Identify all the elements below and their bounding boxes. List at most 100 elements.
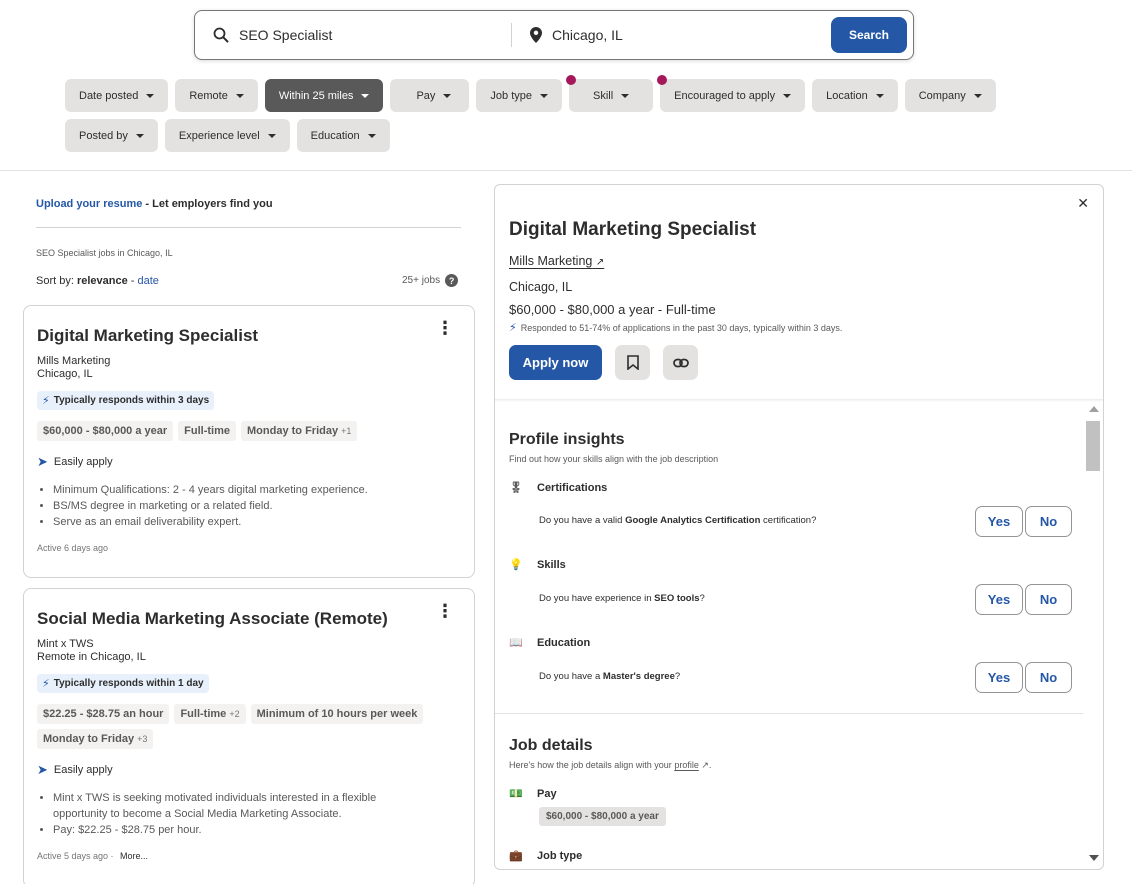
apply-now-button[interactable]: Apply now [509, 345, 602, 380]
yes-button[interactable]: Yes [975, 662, 1023, 693]
certificate-icon: 🎖 [509, 482, 523, 494]
tag-extra: +1 [341, 426, 352, 436]
search-bar: Search [194, 10, 914, 60]
filter-label: Encouraged to apply [674, 89, 776, 102]
filter-label: Company [918, 89, 966, 102]
upload-resume-text: - Let employers find you [142, 198, 273, 210]
job-count-text: 25+ jobs [402, 275, 441, 286]
filter-job-type[interactable]: Job type [476, 79, 562, 112]
copy-link-button[interactable] [663, 345, 698, 380]
filter-date-posted[interactable]: Date posted [65, 79, 169, 112]
lightning-icon: ⚡ [509, 322, 517, 334]
job-details-heading: Job details [509, 737, 593, 754]
easy-apply-text: Easily apply [53, 456, 113, 468]
detail-response-rate: ⚡ Responded to 51-74% of applications in … [509, 321, 842, 334]
filter-remote[interactable]: Remote [175, 79, 258, 112]
sort-date-link[interactable]: date [138, 275, 159, 287]
filter-label: Date posted [79, 89, 139, 102]
caret-down-icon [367, 133, 376, 138]
yes-button[interactable]: Yes [975, 584, 1023, 615]
book-icon: 📖 [509, 637, 523, 649]
section-divider [495, 713, 1083, 714]
detail-scroll-area[interactable]: Profile insights Find out how your skill… [495, 401, 1083, 869]
results-breadcrumb: SEO Specialist jobs in Chicago, IL [36, 248, 173, 258]
filter-location[interactable]: Location [812, 79, 898, 112]
filter-skill[interactable]: Skill [566, 75, 654, 112]
send-icon: ➤ [37, 762, 48, 777]
snippet-item: Serve as an email deliverability expert. [53, 514, 461, 530]
more-options-icon[interactable]: ⋮ [436, 602, 454, 620]
filter-distance[interactable]: Within 25 miles [264, 79, 384, 112]
company-text: Mills Marketing [509, 254, 593, 268]
q-pre: Do you have a valid [539, 515, 626, 526]
salary-text: $60,000 - $80,000 a year [509, 302, 655, 317]
upload-resume-link[interactable]: Upload your resume [36, 198, 142, 210]
pay-label: Pay [537, 787, 557, 800]
close-icon[interactable]: ✕ [1077, 195, 1089, 212]
job-snippet: Mint x TWS is seeking motivated individu… [37, 790, 417, 838]
filter-row-1: Date posted Remote Within 25 miles Pay J… [65, 75, 996, 112]
scroll-down-arrow-icon[interactable] [1089, 855, 1099, 861]
detail-company-link[interactable]: Mills Marketing ↗ [509, 254, 604, 268]
more-options-icon[interactable]: ⋮ [436, 319, 454, 337]
job-detail-panel: ✕ Digital Marketing Specialist Mills Mar… [494, 184, 1104, 870]
where-input[interactable] [552, 27, 792, 43]
filter-encouraged-to-apply[interactable]: Encouraged to apply [657, 75, 806, 112]
filter-pay[interactable]: Pay [390, 79, 470, 112]
job-card[interactable]: Digital Marketing Specialist ⋮ Mills Mar… [23, 305, 475, 578]
insight-skills: 💡 Skills [509, 558, 566, 572]
external-link-icon: ↗ [595, 257, 605, 268]
snippet-item: Pay: $22.25 - $28.75 per hour. [53, 822, 417, 838]
sort-prefix: Sort by: [36, 275, 77, 287]
job-card[interactable]: Social Media Marketing Associate (Remote… [23, 588, 475, 884]
external-link-icon: ↗ [701, 760, 709, 770]
scrollbar-thumb[interactable] [1086, 421, 1100, 471]
filter-label: Education [310, 129, 360, 142]
tag-extra: +3 [137, 734, 148, 744]
save-job-button[interactable] [615, 345, 650, 380]
notification-dot [566, 75, 576, 85]
subtitle-end: . [708, 760, 712, 770]
divider [36, 227, 461, 228]
tag-text: Full-time [180, 708, 227, 720]
filter-posted-by[interactable]: Posted by [65, 119, 158, 152]
q-bold: Master's degree [602, 671, 675, 682]
caret-down-icon [235, 93, 244, 98]
tag-text: Monday to Friday [43, 733, 135, 745]
scroll-up-arrow-icon[interactable] [1089, 406, 1099, 412]
notification-dot [657, 75, 668, 85]
insight-question: Do you have experience in SEO tools? [539, 593, 705, 604]
job-title[interactable]: Digital Marketing Specialist [37, 326, 461, 346]
subtitle-text: Here's how the job details align with yo… [509, 760, 675, 770]
filter-education[interactable]: Education [296, 119, 390, 152]
yes-button[interactable]: Yes [975, 506, 1023, 537]
filter-label: Skill [593, 89, 614, 102]
easy-apply-text: Easily apply [53, 764, 113, 776]
profile-insights-subtitle: Find out how your skills align with the … [509, 454, 719, 464]
response-text: Responded to 51-74% of applications in t… [520, 323, 843, 333]
more-link[interactable]: More... [120, 851, 148, 861]
scrollbar[interactable] [1084, 401, 1102, 867]
filter-label: Pay [416, 89, 436, 102]
pay-tag: $60,000 - $80,000 a year [539, 807, 666, 826]
send-icon: ➤ [37, 454, 48, 469]
filter-company[interactable]: Company [904, 79, 996, 112]
caret-down-icon [443, 93, 452, 98]
filter-experience-level[interactable]: Experience level [164, 119, 290, 152]
what-input[interactable] [239, 27, 479, 43]
profile-link[interactable]: profile [674, 760, 699, 770]
snippet-item: BS/MS degree in marketing or a related f… [53, 498, 461, 514]
caret-down-icon [621, 93, 630, 98]
what-field[interactable] [195, 11, 511, 59]
sort-relevance: relevance [76, 275, 128, 287]
no-button[interactable]: No [1025, 506, 1072, 537]
search-button[interactable]: Search [831, 17, 907, 53]
filter-row-2: Posted by Experience level Education [65, 119, 965, 152]
schedule-tag: Monday to Friday +3 [37, 729, 154, 749]
insight-question: Do you have a Master's degree? [539, 671, 680, 682]
no-button[interactable]: No [1025, 662, 1072, 693]
lightbulb-icon: 💡 [509, 559, 523, 571]
help-icon[interactable]: ? [445, 274, 459, 287]
no-button[interactable]: No [1025, 584, 1072, 615]
job-title[interactable]: Social Media Marketing Associate (Remote… [37, 609, 461, 629]
